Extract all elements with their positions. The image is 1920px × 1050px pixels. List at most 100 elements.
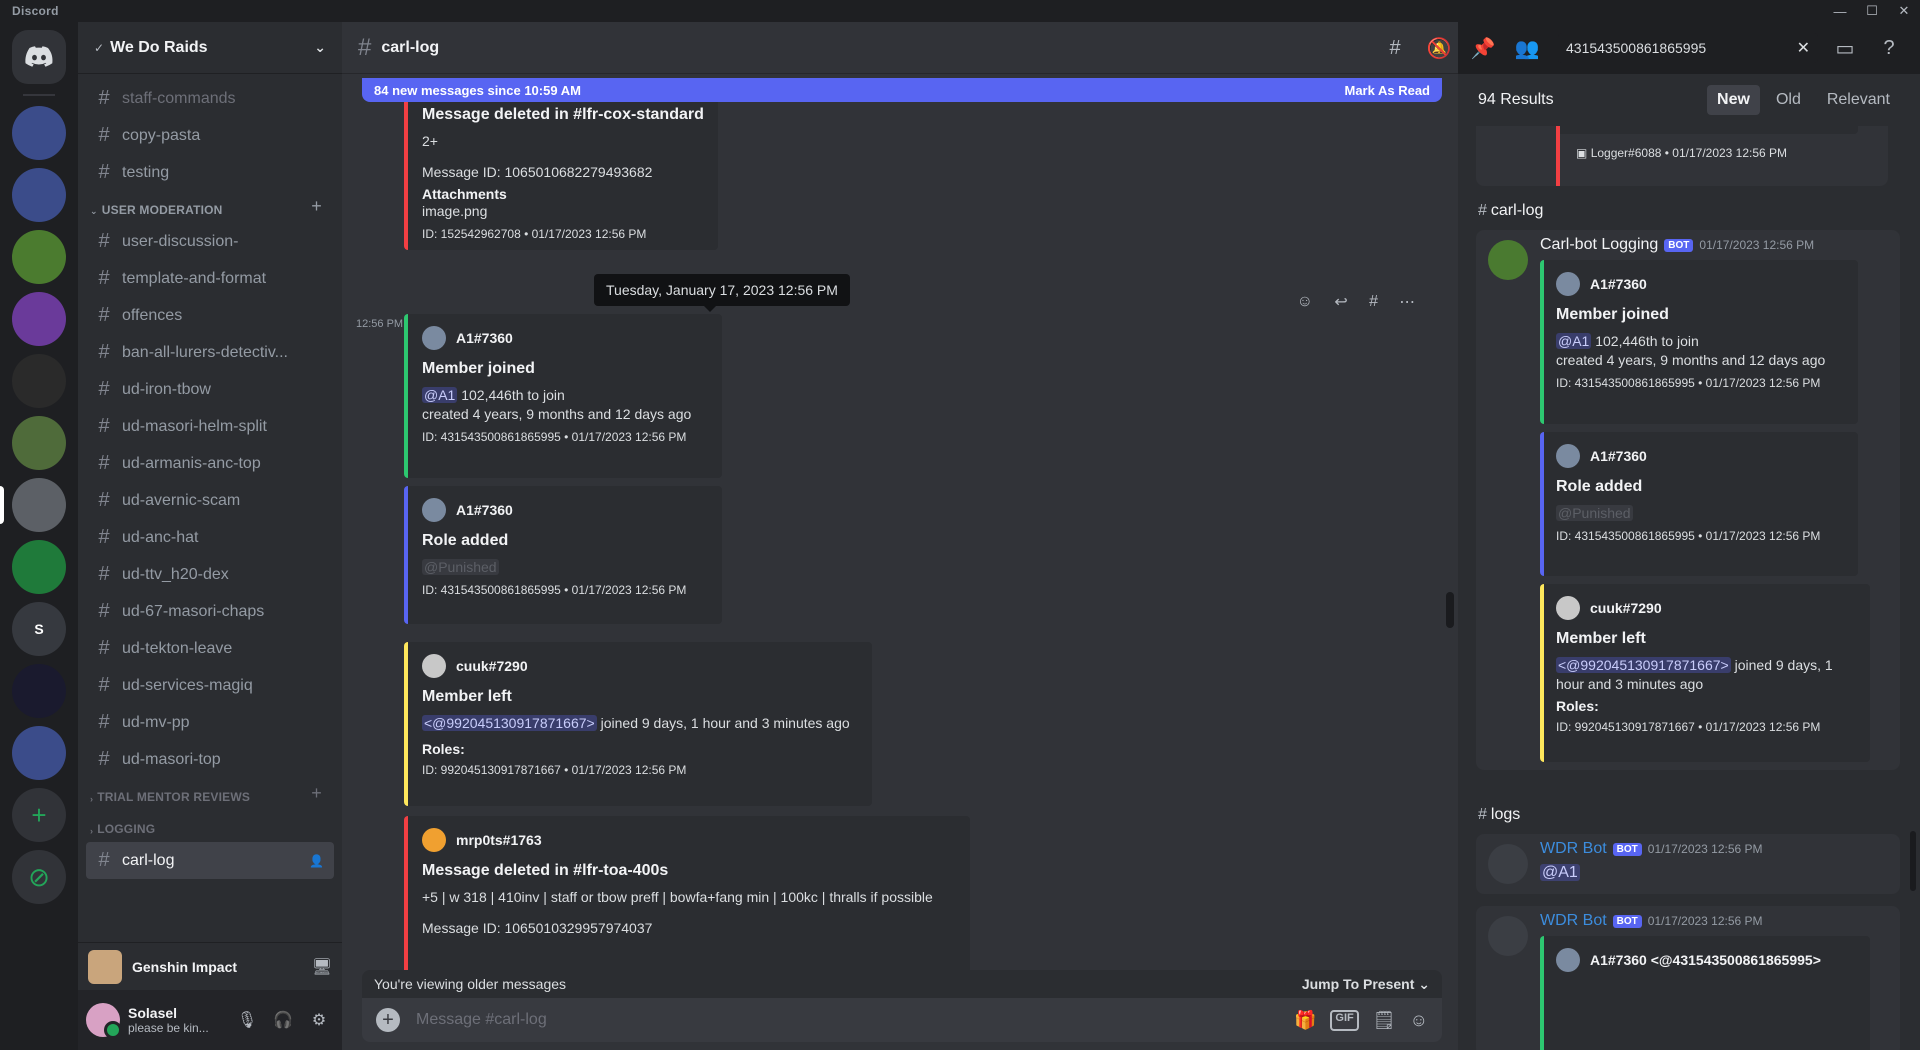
channel-item[interactable]: # ud-masori-helm-split [86,408,334,445]
author-name[interactable]: WDR Bot [1540,912,1607,930]
tab-relevant[interactable]: Relevant [1817,85,1900,115]
gift-icon[interactable]: 🎁 [1294,1010,1316,1031]
result-card[interactable]: WDR Bot BOT 01/17/2023 12:56 PM @A1 [1476,834,1900,894]
server-icon[interactable] [12,354,66,408]
scrollbar-thumb[interactable] [1446,592,1454,628]
user-mention[interactable]: <@992045130917871667> [1556,657,1731,673]
channel-item[interactable]: # ud-services-magiq [86,667,334,704]
channel-item[interactable]: # template-and-format [86,260,334,297]
embed-field-name: Roles: [1556,698,1599,714]
author-name[interactable]: Carl-bot Logging [1540,236,1658,254]
embed-footer: ID: 431543500861865995 • 01/17/2023 12:5… [1556,376,1821,390]
microphone-icon[interactable]: 🎙 [232,1005,262,1035]
sticker-icon[interactable]: 🗒 [1373,1010,1396,1031]
result-card[interactable]: ▣ Logger#6088 • 01/17/2023 12:56 PM [1476,126,1888,186]
server-folder-icon[interactable] [12,106,66,160]
server-icon[interactable] [12,664,66,718]
embed-field-name: Roles: [422,741,465,757]
help-icon[interactable]: ? [1872,37,1906,60]
create-thread-icon[interactable]: # [1369,293,1378,311]
minimize-button[interactable]: — [1824,0,1856,22]
results-scrollbar[interactable] [1910,831,1916,891]
hash-icon: # [98,563,110,585]
close-window-button[interactable]: ✕ [1888,0,1920,22]
channel-item[interactable]: # ud-tekton-leave [86,630,334,667]
explore-servers-icon[interactable]: ⊘ [12,850,66,904]
emoji-icon[interactable]: ☺ [1410,1010,1428,1031]
channel-item[interactable]: # ud-67-masori-chaps [86,593,334,630]
gif-icon[interactable]: GIF [1330,1009,1359,1031]
author-name[interactable]: WDR Bot [1540,840,1607,858]
add-channel-icon[interactable]: + [311,196,322,217]
add-channel-icon[interactable]: + [311,783,322,804]
role-mention[interactable]: @Punished [1556,505,1633,521]
server-icon-we-do-raids[interactable] [0,478,66,532]
channel-item[interactable]: # copy-pasta [86,117,334,154]
channel-item[interactable]: # ud-ttv_h20-dex [86,556,334,593]
member-list-icon[interactable]: 👥 [1510,36,1544,61]
category-trial-mentor-reviews[interactable]: › TRIAL MENTOR REVIEWS + [86,778,334,810]
mark-as-read-button[interactable]: Mark As Read [1345,83,1431,98]
role-mention[interactable]: @Punished [422,559,499,575]
channel-item[interactable]: # ud-iron-tbow [86,371,334,408]
user-mention[interactable]: @A1 [1540,864,1580,881]
invite-member-icon[interactable]: 👤 [309,854,324,868]
headphones-icon[interactable]: 🎧 [268,1005,298,1035]
channel-item[interactable]: # ud-avernic-scam [86,482,334,519]
mute-bell-icon[interactable]: 🔕 [1422,36,1456,61]
channel-item[interactable]: # ban-all-lurers-detectiv... [86,334,334,371]
search-input[interactable]: 431543500861865995 ✕ [1558,33,1818,63]
category-user-moderation[interactable]: ⌄ USER MODERATION + [86,191,334,223]
pin-icon[interactable]: 📌 [1466,36,1500,61]
threads-icon[interactable]: # [1378,37,1412,60]
maximize-button[interactable]: ☐ [1856,0,1888,22]
guild-header[interactable]: ✓ We Do Raids ⌄ [78,22,342,74]
reply-icon[interactable]: ↩ [1334,292,1347,312]
avatar[interactable] [86,1003,122,1039]
clear-search-icon[interactable]: ✕ [1797,38,1810,58]
server-icon[interactable] [12,540,66,594]
result-channel-name[interactable]: # logs [1478,806,1520,824]
add-server-icon[interactable]: + [12,788,66,842]
more-options-icon[interactable]: ⋯ [1399,292,1415,312]
result-channel-name[interactable]: # carl-log [1478,202,1543,220]
result-card[interactable]: WDR Bot BOT 01/17/2023 12:56 PM A1#7360 … [1476,906,1900,1050]
channel-item[interactable]: # ud-anc-hat [86,519,334,556]
server-folder-icon[interactable] [12,726,66,780]
embed-author: A1#7360 [1556,272,1846,296]
category-logging[interactable]: › LOGGING [86,810,334,842]
server-icon[interactable] [12,292,66,346]
channel-item[interactable]: # testing [86,154,334,191]
tab-new[interactable]: New [1707,85,1760,115]
channel-item[interactable]: # offences [86,297,334,334]
tab-old[interactable]: Old [1766,85,1811,115]
server-icon[interactable]: S [12,602,66,656]
user-mention[interactable]: <@992045130917871667> [422,715,597,731]
message-timestamp[interactable]: 12:56 PM [356,318,403,330]
inbox-icon[interactable]: ▭ [1828,36,1862,61]
channel-item[interactable]: # staff-commands [86,80,334,117]
chevron-down-icon[interactable]: ⌄ [314,39,326,56]
result-card[interactable]: Carl-bot Logging BOT 01/17/2023 12:56 PM… [1476,230,1900,770]
add-reaction-icon[interactable]: ☺ [1297,293,1313,311]
viewing-older-text: You're viewing older messages [374,976,567,992]
channel-item[interactable]: # user-discussion- [86,223,334,260]
message-input[interactable] [416,1011,1294,1029]
channel-item[interactable]: # ud-armanis-anc-top [86,445,334,482]
embed-content: 2+ [422,133,438,149]
server-icon[interactable] [12,416,66,470]
user-mention[interactable]: @A1 [422,387,458,403]
upload-plus-icon[interactable]: + [376,1008,400,1032]
discord-home-icon[interactable] [12,30,66,84]
screen-share-icon[interactable]: 🖥 [312,957,332,977]
user-mention[interactable]: @A1 [1556,333,1592,349]
channel-item-carl-log[interactable]: # carl-log 👤 [86,842,334,879]
channel-item[interactable]: # ud-mv-pp [86,704,334,741]
server-icon[interactable] [12,230,66,284]
server-folder-icon[interactable] [12,168,66,222]
gear-icon[interactable]: ⚙ [304,1005,334,1035]
new-messages-bar[interactable]: 84 new messages since 10:59 AM Mark As R… [362,78,1442,102]
jump-to-present-button[interactable]: Jump To Present ⌄ [1302,976,1430,993]
message-list: Message deleted in #lfr-cox-standard 2+ … [342,102,1458,970]
channel-item[interactable]: # ud-masori-top [86,741,334,778]
